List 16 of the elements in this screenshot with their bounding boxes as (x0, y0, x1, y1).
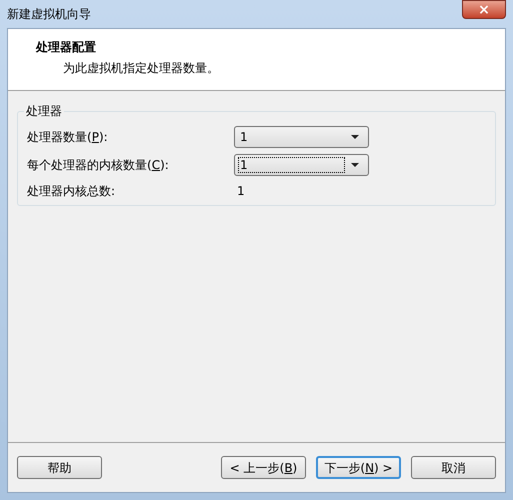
dropdown[interactable]: 1 (234, 154, 369, 176)
group-title: 处理器 (24, 103, 64, 119)
field-value: 1 (236, 183, 245, 200)
field-label: 处理器内核总数: (27, 183, 116, 200)
wizard-button[interactable]: 下一步(N) > (316, 456, 401, 479)
window-title: 新建虚拟机向导 (7, 6, 91, 23)
dropdown-arrow-icon (351, 163, 359, 167)
wizard-button[interactable]: 帮助 (17, 456, 102, 479)
dropdown[interactable]: 1 (234, 126, 369, 148)
field-label: 处理器数量(P): (27, 129, 109, 146)
wizard-button[interactable]: 取消 (411, 456, 496, 479)
page-title: 处理器配置 (36, 39, 97, 56)
page-subtitle: 为此虚拟机指定处理器数量。 (62, 60, 220, 77)
dropdown-arrow-icon (351, 135, 359, 139)
wizard-button[interactable]: < 上一步(B) (221, 456, 306, 479)
field-label: 每个处理器的内核数量(C): (27, 157, 170, 174)
